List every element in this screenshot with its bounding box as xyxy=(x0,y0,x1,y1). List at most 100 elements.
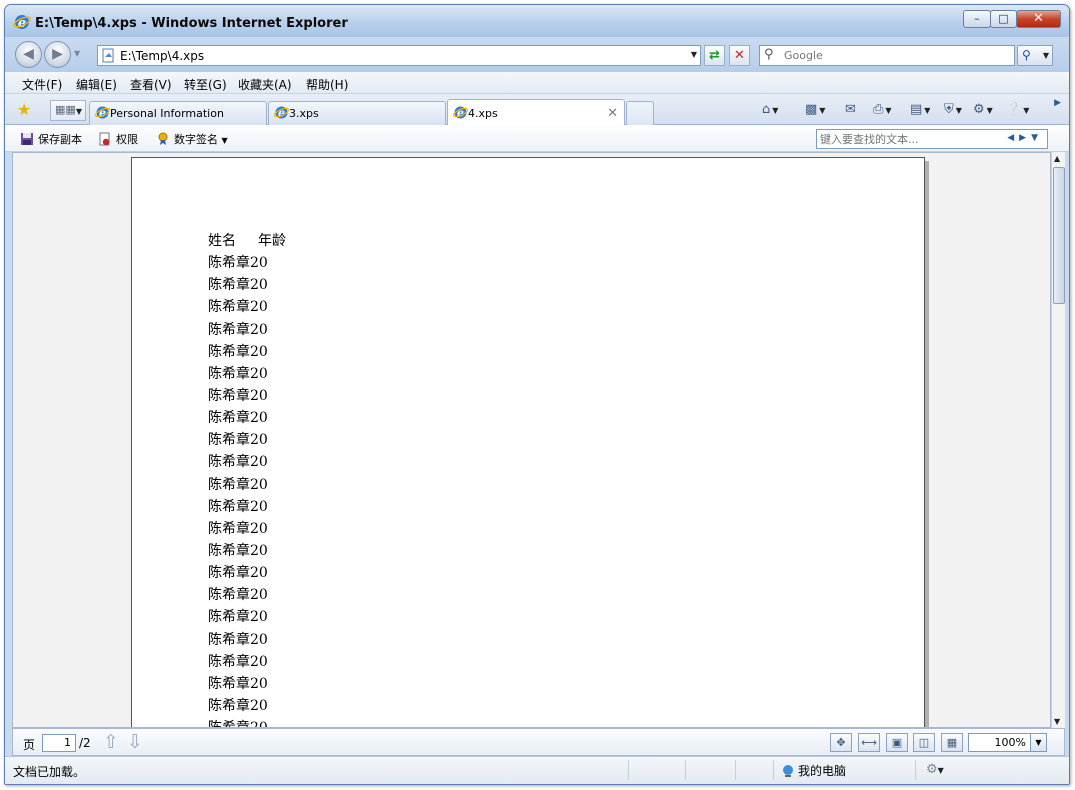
row-age: 20 xyxy=(250,255,268,272)
address-input[interactable] xyxy=(120,47,675,64)
row-age: 20 xyxy=(250,520,268,537)
tab-3-xps[interactable]: e 3.xps xyxy=(268,101,446,125)
search-box[interactable]: ⚲ xyxy=(759,45,1015,66)
new-tab-button[interactable] xyxy=(626,101,654,125)
maximize-button[interactable]: □ xyxy=(990,10,1017,28)
tab-4-xps[interactable]: e 4.xps ✕ xyxy=(447,99,625,126)
find-navigation-icons[interactable]: ◀▶▼ xyxy=(1007,133,1043,143)
menu-edit[interactable]: 编辑(E) xyxy=(76,76,117,93)
quick-tabs-button[interactable]: ▦▦ ▼ xyxy=(50,100,86,121)
read-mail-button[interactable]: ✉ xyxy=(845,102,856,117)
row-age: 20 xyxy=(250,387,268,404)
whole-page-button[interactable]: ▣ xyxy=(886,733,908,752)
refresh-icon: ⇄ xyxy=(709,48,720,63)
recent-pages-dropdown[interactable]: ▼ xyxy=(74,49,80,58)
row-name: 陈希章 xyxy=(208,542,250,559)
tab-label: 3.xps xyxy=(289,107,319,120)
search-options-dropdown-icon[interactable]: ▼ xyxy=(1043,51,1049,60)
favorites-star-icon[interactable]: ★ xyxy=(17,100,31,119)
find-box[interactable]: ◀▶▼ xyxy=(816,129,1048,149)
menu-favorites[interactable]: 收藏夹(A) xyxy=(238,76,292,93)
safety-dropdown-icon[interactable]: ▼ xyxy=(956,106,962,115)
search-input[interactable] xyxy=(784,47,1009,64)
find-input[interactable] xyxy=(820,131,1000,147)
menu-help[interactable]: 帮助(H) xyxy=(306,76,348,93)
permissions-button[interactable]: 权限 xyxy=(98,131,138,147)
document-row: 陈希章20 xyxy=(208,584,286,606)
feeds-dropdown-icon[interactable]: ▼ xyxy=(819,106,825,115)
actual-size-button[interactable]: ✥ xyxy=(830,733,852,752)
document-viewport[interactable]: 姓名 年龄 陈希章20 陈希章20 陈希章20 陈希章20 陈希章20 陈希章20 陈希章20… xyxy=(12,152,1051,728)
tools-menu-button[interactable]: ⚙ ▼ xyxy=(973,102,993,117)
stop-button[interactable]: ✕ xyxy=(729,45,750,66)
forward-button[interactable]: ▶ xyxy=(44,41,71,68)
scrollbar-thumb[interactable] xyxy=(1053,167,1065,304)
security-zone[interactable]: 我的电脑 xyxy=(781,762,846,779)
internet-explorer-icon: e xyxy=(453,106,468,120)
printer-icon: ⎙ xyxy=(873,102,884,117)
home-dropdown-icon[interactable]: ▼ xyxy=(772,106,778,115)
whole-page-icon: ▣ xyxy=(891,736,903,749)
row-age: 20 xyxy=(250,277,268,294)
page-label: 页 xyxy=(23,738,36,752)
xps-page: 姓名 年龄 陈希章20 陈希章20 陈希章20 陈希章20 陈希章20 陈希章20 陈希章20… xyxy=(131,157,925,727)
status-divider xyxy=(773,760,774,780)
document-row: 陈希章20 xyxy=(208,252,286,274)
two-pages-button[interactable]: ◫ xyxy=(913,733,935,752)
help-dropdown-icon[interactable]: ▼ xyxy=(1023,106,1029,115)
row-age: 20 xyxy=(250,321,268,338)
row-age: 20 xyxy=(250,609,268,626)
address-dropdown-icon[interactable]: ▼ xyxy=(691,50,697,59)
menu-view[interactable]: 查看(V) xyxy=(130,76,172,93)
row-name: 陈希章 xyxy=(208,631,250,648)
search-button[interactable]: ⚲ ▼ xyxy=(1017,45,1053,66)
safety-menu-button[interactable]: ⛨ ▼ xyxy=(944,102,962,117)
zoom-dropdown-icon[interactable]: ▼ xyxy=(1030,734,1046,751)
address-bar[interactable]: ▼ xyxy=(97,45,701,66)
signature-dropdown-icon[interactable]: ▼ xyxy=(222,136,228,145)
next-page-arrow-icon[interactable]: ⇩ xyxy=(127,731,143,753)
security-zone-label: 我的电脑 xyxy=(798,764,847,778)
document-row: 陈希章20 xyxy=(208,518,286,540)
home-button[interactable]: ⌂ ▼ xyxy=(762,102,778,117)
protected-mode-dropdown-icon[interactable]: ▼ xyxy=(938,766,944,775)
page-dropdown-icon[interactable]: ▼ xyxy=(924,106,930,115)
home-icon: ⌂ xyxy=(762,102,771,117)
zoom-select[interactable]: 100% ▼ xyxy=(968,733,1047,752)
page-number-input[interactable]: 1 xyxy=(42,734,76,752)
row-age: 20 xyxy=(250,343,268,360)
scroll-down-arrow-icon[interactable]: ▼ xyxy=(1054,717,1060,726)
print-button[interactable]: ⎙ ▼ xyxy=(873,102,892,117)
scroll-up-arrow-icon[interactable]: ▲ xyxy=(1054,154,1060,163)
row-name: 陈希章 xyxy=(208,609,250,626)
minimize-button[interactable]: – xyxy=(963,10,991,28)
document-row: 陈希章20 xyxy=(208,341,286,363)
tab-label: Personal Information xyxy=(110,107,224,120)
help-menu-button[interactable]: ❔ ▼ xyxy=(1005,102,1029,117)
digital-signature-button[interactable]: 数字签名 ▼ xyxy=(156,131,228,147)
print-dropdown-icon[interactable]: ▼ xyxy=(885,106,891,115)
vertical-scrollbar[interactable]: ▲ ▼ xyxy=(1051,152,1065,728)
page-total: /2 xyxy=(79,736,91,750)
tab-personal-information[interactable]: e Personal Information xyxy=(89,101,267,125)
menu-file[interactable]: 文件(F) xyxy=(22,76,62,93)
save-copy-button[interactable]: 保存副本 xyxy=(20,131,82,147)
thumbnails-button[interactable]: ▦ xyxy=(941,733,963,752)
feeds-button[interactable]: ▩ ▼ xyxy=(805,102,825,117)
tools-dropdown-icon[interactable]: ▼ xyxy=(987,106,993,115)
menu-goto[interactable]: 转至(G) xyxy=(184,76,227,93)
tab-list-dropdown-icon[interactable]: ▼ xyxy=(76,107,82,116)
back-button[interactable]: ◀ xyxy=(15,41,42,68)
row-name: 陈希章 xyxy=(208,697,250,714)
page-menu-button[interactable]: ▤ ▼ xyxy=(910,102,930,117)
previous-page-arrow-icon[interactable]: ⇧ xyxy=(103,731,119,753)
quick-tabs-grid-icon: ▦▦ xyxy=(55,103,76,116)
fit-width-button[interactable]: ⟷ xyxy=(858,733,880,752)
close-button[interactable]: ✕ xyxy=(1016,10,1061,28)
more-tools-chevron-icon[interactable]: ▶ xyxy=(1054,98,1061,108)
refresh-button[interactable]: ⇄ xyxy=(704,45,725,66)
document-row: 陈希章20 xyxy=(208,629,286,651)
close-tab-icon[interactable]: ✕ xyxy=(607,106,618,121)
protected-mode-button[interactable]: ⚙▼ xyxy=(926,762,944,777)
document-row: 陈希章20 xyxy=(208,429,286,451)
